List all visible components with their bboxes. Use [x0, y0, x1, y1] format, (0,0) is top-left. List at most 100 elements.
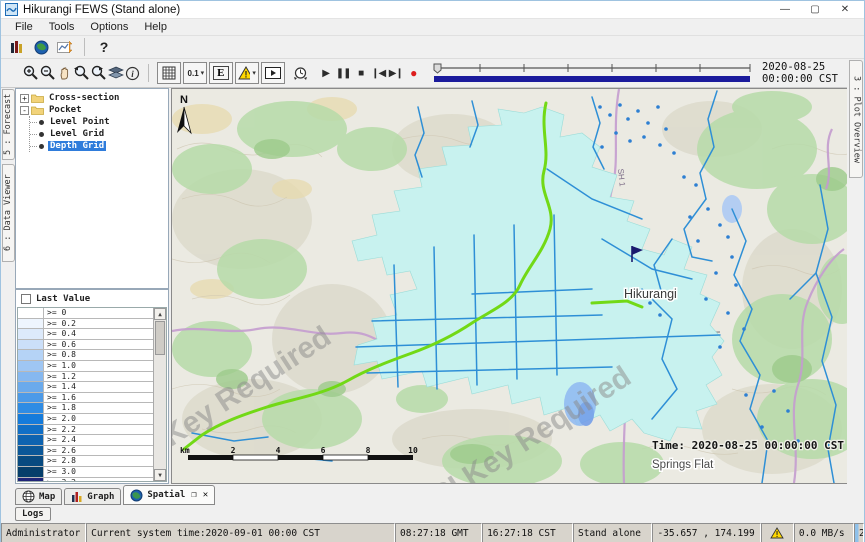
legend-swatch	[18, 340, 44, 350]
status-user: Administrator	[1, 523, 86, 542]
tree-label[interactable]: Level Grid	[48, 129, 106, 139]
timeseries-button[interactable]	[53, 37, 77, 57]
tab-map[interactable]: Map	[15, 488, 62, 505]
zoom-in-button[interactable]	[23, 63, 40, 83]
north-label: N	[180, 94, 188, 106]
step-end-button[interactable]: ▶❙	[387, 68, 405, 79]
globe-icon	[34, 40, 49, 55]
legend-label: >= 1.8	[44, 403, 76, 413]
step-begin-button[interactable]: ❙◀	[369, 68, 387, 79]
threshold-value: 0.1	[188, 69, 199, 78]
map-view[interactable]: API Key Required API Key Required SH 1 H…	[171, 88, 851, 484]
bar-chart-icon	[71, 491, 83, 503]
globe-button[interactable]	[29, 37, 53, 57]
scroll-down-icon[interactable]: ▼	[154, 469, 166, 481]
layers-icon	[108, 66, 124, 80]
legend-swatch	[18, 414, 44, 424]
legend-scrollbar[interactable]: ▲ ▼	[153, 308, 166, 481]
label-toggle-button[interactable]: E	[209, 62, 233, 84]
maximize-button[interactable]: ▢	[800, 1, 830, 18]
menu-help[interactable]: Help	[136, 21, 175, 33]
legend-label: >= 3.2	[44, 478, 76, 483]
scale-tick: 4	[276, 446, 281, 455]
tab-forecast[interactable]: 5 : Forecast	[2, 89, 15, 160]
tab-plot-overview[interactable]: 3 : Plot Overview	[849, 60, 863, 178]
warning-dropdown[interactable]: ! ▾	[235, 62, 259, 84]
legend-swatch	[18, 403, 44, 413]
tree-item-pocket[interactable]: - Pocket	[20, 104, 168, 116]
legend-label: >= 2.2	[44, 425, 76, 435]
close-button[interactable]: ✕	[830, 1, 860, 18]
stop-button[interactable]: ■	[352, 68, 370, 79]
legend-swatch	[18, 425, 44, 435]
tree-label[interactable]: Pocket	[47, 105, 84, 115]
tab-map-label: Map	[39, 492, 55, 502]
pan-button[interactable]	[57, 63, 74, 83]
status-memory: 2.5 GB	[854, 523, 864, 542]
layer-tree: + Cross-section - Pocket Level Point	[15, 88, 169, 289]
menu-tools[interactable]: Tools	[41, 21, 83, 33]
zoom-next-button[interactable]	[90, 63, 107, 83]
scroll-up-icon[interactable]: ▲	[154, 308, 166, 320]
close-panel-icon[interactable]: ✕	[203, 490, 208, 500]
legend-row: >= 1.2	[18, 372, 153, 383]
folder-icon	[31, 105, 44, 115]
tree-item-level-grid[interactable]: Level Grid	[30, 128, 168, 140]
scale-tick: 2	[231, 446, 236, 455]
svg-text:!: !	[775, 530, 780, 539]
info-button[interactable]: i	[124, 63, 141, 83]
zoom-previous-button[interactable]	[73, 63, 90, 83]
grid-button[interactable]	[157, 62, 181, 84]
logs-button[interactable]: Logs	[15, 507, 51, 521]
last-value-checkbox[interactable]	[21, 294, 31, 304]
collapse-icon[interactable]: -	[20, 106, 29, 115]
scale-tick: 8	[366, 446, 371, 455]
tab-spatial[interactable]: Spatial ❐ ✕	[123, 485, 215, 505]
legend-swatch	[18, 456, 44, 466]
tree-label[interactable]: Cross-section	[47, 93, 121, 103]
expand-icon[interactable]: +	[20, 94, 29, 103]
app-icon	[5, 3, 18, 16]
play-button[interactable]: ▶	[317, 68, 335, 79]
scrollbar-track[interactable]	[154, 356, 166, 469]
left-tab-strip: 5 : Forecast 6 : Data Viewer	[1, 88, 15, 484]
legend-label: >= 0.2	[44, 319, 76, 329]
tree-label-selected[interactable]: Depth Grid	[48, 141, 106, 151]
clock-icon	[292, 65, 309, 81]
menu-file[interactable]: File	[7, 21, 41, 33]
status-system-time: Current system time:2020-09-01 00:00 CST	[86, 523, 395, 542]
time-navigator-button[interactable]	[292, 63, 309, 83]
layers-button[interactable]	[107, 63, 124, 83]
maximize-panel-icon[interactable]: ❐	[191, 490, 196, 500]
legend-row: >= 2.4	[18, 435, 153, 446]
statusbar: Administrator Current system time:2020-0…	[1, 523, 864, 542]
scrollbar-thumb[interactable]	[155, 321, 165, 355]
movie-button[interactable]	[261, 62, 285, 84]
tree-label[interactable]: Level Point	[48, 117, 112, 127]
database-button[interactable]	[5, 37, 29, 57]
threshold-dropdown[interactable]: 0.1 ▾	[183, 62, 207, 84]
main-toolbar: ?	[1, 36, 864, 59]
tab-graph[interactable]: Graph	[64, 488, 121, 505]
minimize-button[interactable]: —	[770, 1, 800, 18]
legend-row: >= 2.0	[18, 414, 153, 425]
menu-options[interactable]: Options	[82, 21, 136, 33]
timeline-slider[interactable]	[432, 61, 754, 85]
legend-label: >= 0.8	[44, 350, 76, 360]
legend-label: >= 1.0	[44, 361, 76, 371]
legend-swatch	[18, 393, 44, 403]
record-button[interactable]: ●	[405, 66, 423, 80]
zoom-previous-icon	[73, 65, 90, 81]
tab-data-viewer[interactable]: 6 : Data Viewer	[2, 164, 15, 262]
zoom-out-button[interactable]	[40, 63, 57, 83]
globe-wire-icon	[22, 490, 35, 503]
help-button[interactable]: ?	[92, 37, 116, 57]
legend-swatch	[18, 361, 44, 371]
legend-swatch	[18, 435, 44, 445]
tree-item-cross-section[interactable]: + Cross-section	[20, 92, 168, 104]
tree-item-depth-grid[interactable]: Depth Grid	[30, 140, 168, 152]
main-area: 5 : Forecast 6 : Data Viewer + Cross-sec…	[1, 88, 864, 484]
status-local-time: 16:27:18 CST	[482, 523, 573, 542]
pause-button[interactable]: ❚❚	[334, 68, 352, 79]
tree-item-level-point[interactable]: Level Point	[30, 116, 168, 128]
